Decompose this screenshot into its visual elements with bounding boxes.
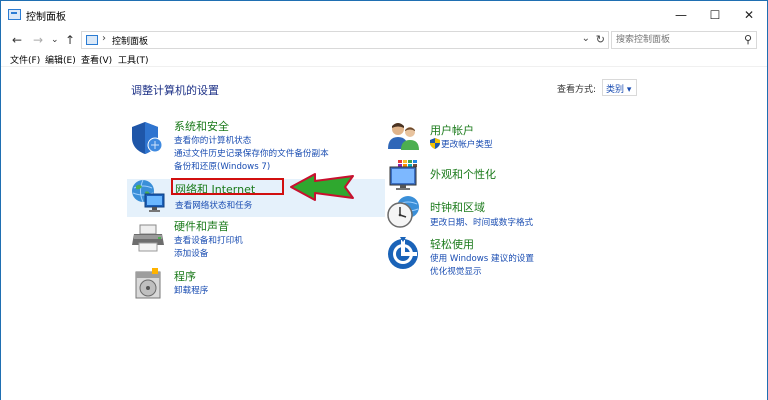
shield-icon: [132, 122, 163, 154]
control-panel-icon: [8, 9, 21, 20]
search-icon[interactable]: ⚲: [744, 33, 752, 46]
change-date-time-link[interactable]: 更改日期、时间或数字格式: [430, 216, 533, 228]
menu-edit[interactable]: 编辑(E): [45, 53, 76, 66]
navigation-row: ← → ⌄ ↑ › 控制面板 ⌄ ↻ ⚲: [1, 29, 767, 51]
menu-bar: 文件(F) 编辑(E) 查看(V) 工具(T): [1, 51, 767, 67]
window-title: 控制面板: [26, 12, 66, 23]
search-box[interactable]: ⚲: [611, 31, 757, 49]
menu-tools[interactable]: 工具(T): [118, 53, 149, 66]
optimize-visual-display-link[interactable]: 优化视觉显示: [430, 265, 482, 277]
control-panel-window: 控制面板 — ☐ ✕ ← → ⌄ ↑ › 控制面板 ⌄ ↻ ⚲ 文件(F) 编辑…: [0, 0, 768, 400]
forward-arrow-icon[interactable]: →: [33, 32, 43, 48]
recent-locations-chevron-icon[interactable]: ⌄: [51, 32, 59, 48]
minimize-button[interactable]: —: [664, 1, 698, 29]
menu-view[interactable]: 查看(V): [81, 53, 112, 66]
network-globe-icon: [132, 179, 165, 212]
search-input[interactable]: [616, 32, 736, 48]
breadcrumb-separator-icon[interactable]: ›: [102, 33, 106, 44]
programs-disk-icon: [135, 268, 161, 299]
ease-of-access-icon: [388, 237, 418, 269]
refresh-icon[interactable]: ↻: [596, 33, 605, 46]
view-by-label: 查看方式:: [557, 85, 597, 95]
page-title: 调整计算机的设置: [131, 84, 219, 97]
monitor-palette-icon: [389, 159, 421, 190]
ease-of-access-title[interactable]: 轻松使用: [430, 236, 474, 252]
clock-region-title[interactable]: 时钟和区域: [430, 199, 485, 215]
back-arrow-icon[interactable]: ←: [12, 32, 22, 48]
address-bar[interactable]: › 控制面板 ⌄ ↻: [81, 31, 609, 49]
network-status-link[interactable]: 查看网络状态和任务: [175, 199, 252, 211]
hardware-sound-title[interactable]: 硬件和声音: [174, 218, 229, 234]
maximize-button[interactable]: ☐: [698, 1, 732, 29]
main-content: 调整计算机的设置 查看方式: 类别 ▾ 系统和安全 查看你的计算机状态 通过文件…: [1, 68, 767, 400]
uac-shield-icon: [430, 138, 440, 149]
title-bar: 控制面板 — ☐ ✕: [1, 1, 767, 29]
up-arrow-icon[interactable]: ↑: [65, 32, 75, 48]
add-device-link[interactable]: 添加设备: [174, 247, 208, 259]
uninstall-program-link[interactable]: 卸载程序: [174, 284, 208, 296]
menu-file[interactable]: 文件(F): [10, 53, 40, 66]
backup-restore-link[interactable]: 备份和还原(Windows 7): [174, 160, 270, 172]
user-accounts-title[interactable]: 用户帐户: [430, 122, 474, 138]
printer-icon: [132, 224, 164, 252]
close-button[interactable]: ✕: [732, 1, 766, 29]
recommended-settings-link[interactable]: 使用 Windows 建议的设置: [430, 252, 534, 264]
system-security-title[interactable]: 系统和安全: [174, 118, 229, 134]
control-panel-small-icon: [86, 35, 98, 45]
view-computer-status-link[interactable]: 查看你的计算机状态: [174, 134, 251, 146]
appearance-title[interactable]: 外观和个性化: [430, 166, 496, 182]
change-account-type-link[interactable]: 更改帐户类型: [441, 138, 493, 150]
programs-title[interactable]: 程序: [174, 268, 196, 284]
address-dropdown-chevron-icon[interactable]: ⌄: [582, 33, 590, 44]
devices-printers-link[interactable]: 查看设备和打印机: [174, 234, 243, 246]
view-by-dropdown[interactable]: 类别 ▾: [602, 79, 637, 96]
clock-globe-icon: [387, 196, 419, 228]
breadcrumb[interactable]: 控制面板: [112, 34, 148, 47]
users-icon: [388, 123, 419, 150]
annotation-highlight-box: [171, 178, 284, 195]
file-history-link[interactable]: 通过文件历史记录保存你的文件备份副本: [174, 147, 329, 159]
annotation-arrow-icon: [290, 173, 354, 201]
